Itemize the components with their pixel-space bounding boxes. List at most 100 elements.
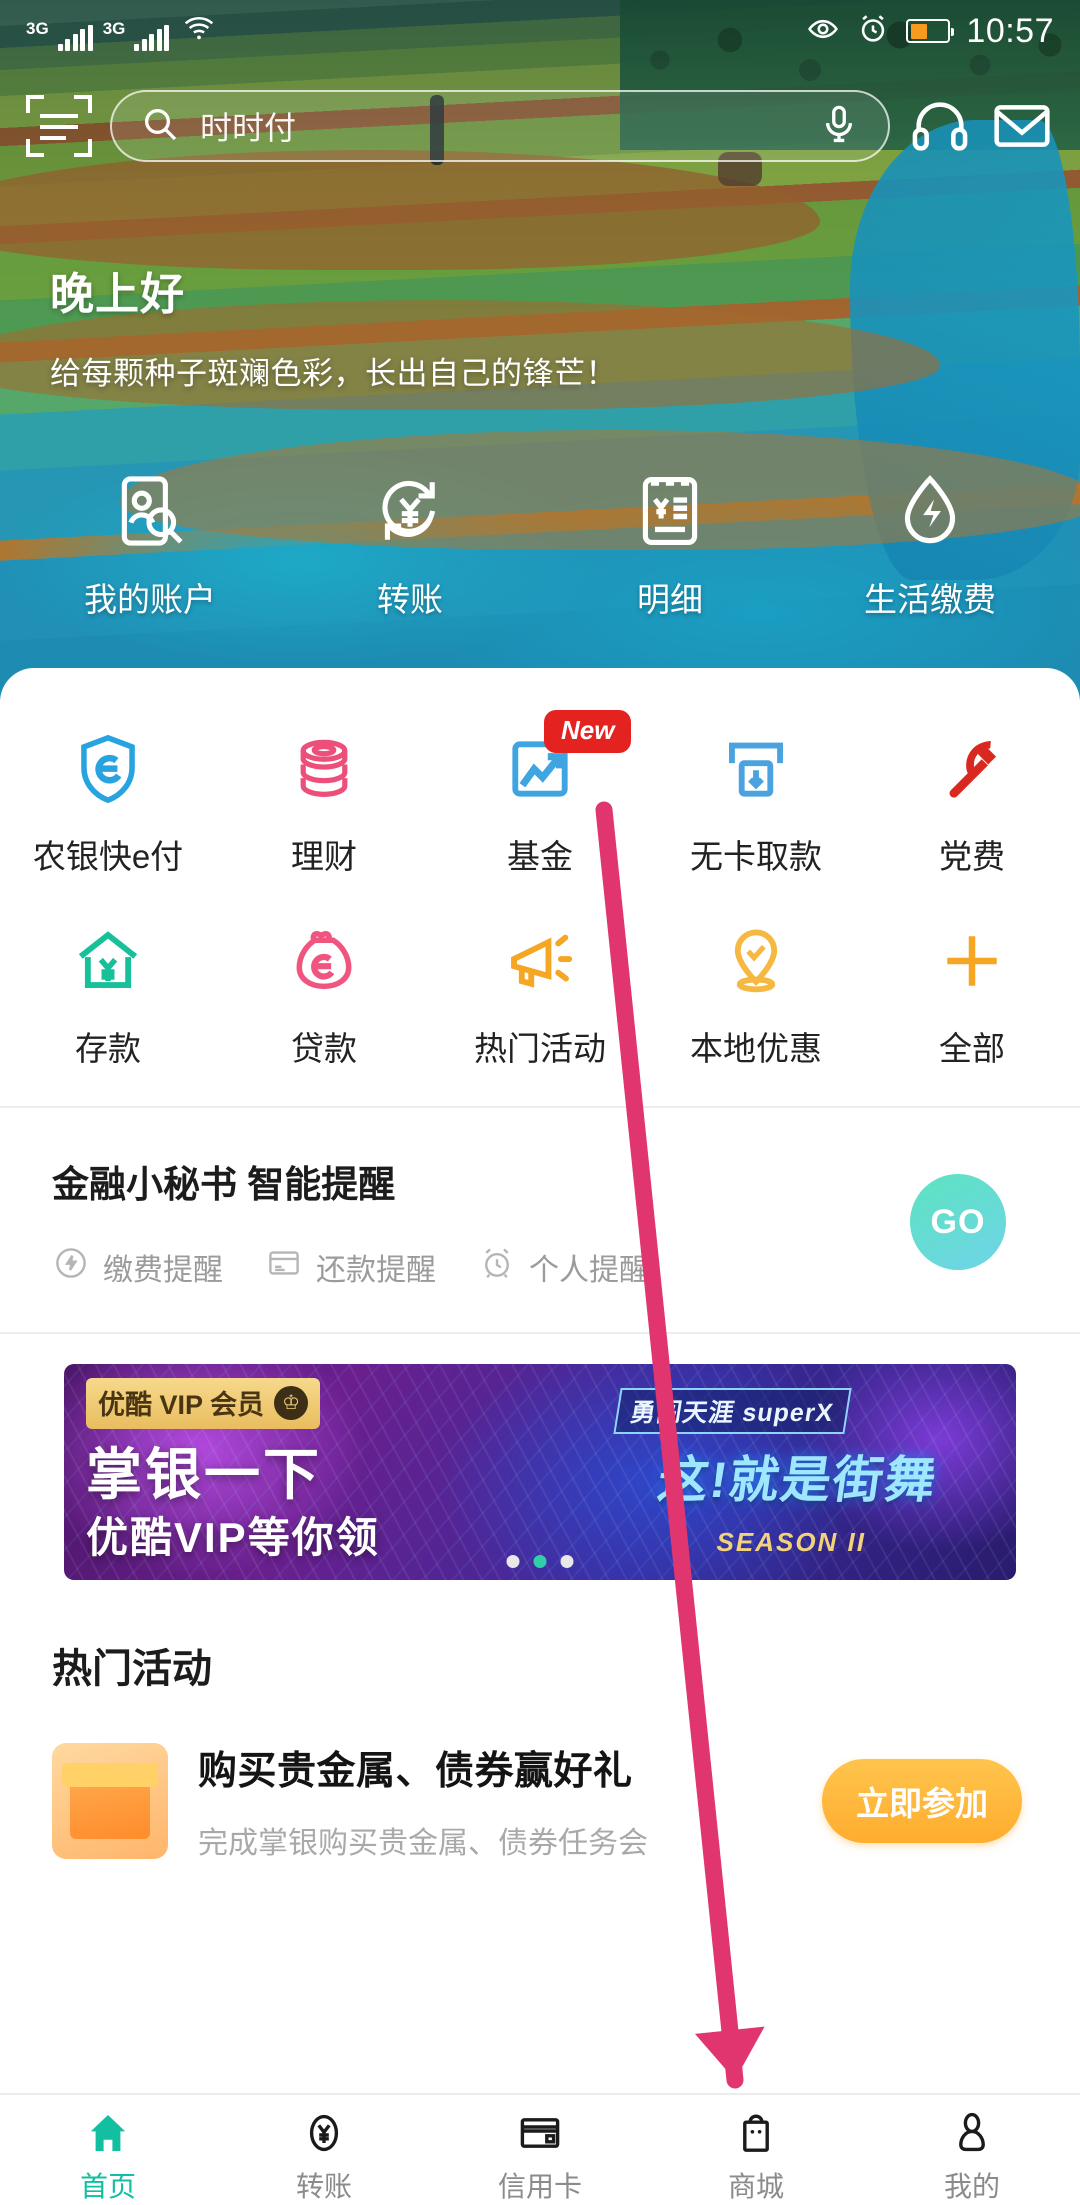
service-deposit[interactable]: 存款 (0, 904, 216, 1096)
search-input[interactable]: 时时付 (110, 90, 890, 162)
promo-right-tag: 勇闯天涯 superX (613, 1388, 852, 1434)
card-repay-icon (265, 1244, 303, 1290)
assistant-go-button[interactable]: GO (910, 1174, 1006, 1270)
hot-activity-item[interactable]: 购买贵金属、债券赢好礼 完成掌银购买贵金属、债券任务会 立即参加 (52, 1740, 1028, 1862)
carousel-dot[interactable] (506, 1555, 520, 1568)
coin-stack-icon (285, 728, 363, 810)
financial-assistant-section[interactable]: 金融小秘书 智能提醒 缴费提醒 还款提醒 个人提醒 GO (0, 1108, 1080, 1332)
mail-icon[interactable] (990, 94, 1054, 158)
wifi-icon (179, 12, 219, 49)
atm-withdraw-icon (717, 728, 795, 810)
assistant-tag-repayment-reminder[interactable]: 还款提醒 (265, 1244, 436, 1290)
statement-list-icon (629, 470, 711, 557)
promo-banner[interactable]: 优酷 VIP 会员 ♔ 掌银一下 优酷VIP等你领 勇闯天涯 superX 这!… (64, 1364, 1016, 1580)
alarm-icon (856, 12, 890, 51)
tab-label: 信用卡 (497, 2171, 582, 2202)
service-all[interactable]: 全部 (864, 904, 1080, 1096)
service-wealth-management[interactable]: 理财 (216, 712, 432, 904)
greeting-subtitle: 给每颗种子斑斓色彩，长出自己的锋芒！ (50, 356, 617, 391)
service-party-dues[interactable]: 党费 (864, 712, 1080, 904)
service-label: 全部 (939, 1030, 1005, 1067)
account-search-icon (109, 470, 191, 557)
promo-banner-wrap: 优酷 VIP 会员 ♔ 掌银一下 优酷VIP等你领 勇闯天涯 superX 这!… (0, 1334, 1080, 1580)
quick-action-label: 生活缴费 (864, 581, 996, 618)
signal-bars-icon (134, 24, 170, 51)
signal-bars-icon (57, 24, 93, 51)
person-icon (959, 2112, 985, 2152)
bolt-circle-icon (52, 1244, 90, 1290)
scan-code-icon[interactable] (26, 95, 92, 157)
app-root: 3G 3G 10:57 时时付 晚上好 给每颗种子斑斓色彩，长出自己的锋芒！ 我… (0, 0, 1080, 2205)
tab-credit-card[interactable]: 信用卡 (432, 2095, 648, 2205)
vip-badge-label: 优酷 VIP 会员 (98, 1390, 265, 1420)
assistant-tag-bill-reminder[interactable]: 缴费提醒 (52, 1244, 223, 1290)
promo-headline: 掌银一下 (86, 1443, 322, 1506)
hot-activities-section: 热门活动 购买贵金属、债券赢好礼 完成掌银购买贵金属、债券任务会 立即参加 (0, 1580, 1080, 1862)
location-check-icon (717, 920, 795, 1002)
network-type-1: 3G (26, 18, 49, 38)
tab-transfer[interactable]: 转账 (216, 2095, 432, 2205)
quick-actions-row: 我的账户 转账 明细 生活缴费 (0, 470, 1080, 621)
headset-icon[interactable] (908, 94, 972, 158)
service-local-offers[interactable]: 本地优惠 (648, 904, 864, 1096)
alarm-clock-icon (478, 1244, 516, 1290)
tab-profile[interactable]: 我的 (864, 2095, 1080, 2205)
service-grid: 农银快e付 理财 New 基金 无卡取款 党费 存款 贷款 热门活动 本地优惠 … (0, 668, 1080, 1106)
clock-time: 10:57 (966, 11, 1054, 50)
quick-action-my-account[interactable]: 我的账户 (40, 470, 260, 621)
service-label: 农银快e付 (32, 838, 184, 875)
tab-label: 首页 (79, 2171, 136, 2202)
quick-action-utility[interactable]: 生活缴费 (820, 470, 1040, 621)
tab-home[interactable]: 首页 (0, 2095, 216, 2205)
search-icon (140, 104, 180, 149)
quick-action-statement[interactable]: 明细 (560, 470, 780, 621)
promo-right-title: 这!就是街舞 (654, 1452, 942, 1508)
crown-icon: ♔ (274, 1385, 309, 1420)
plus-icon (933, 920, 1011, 1002)
assistant-tag-label: 还款提醒 (316, 1254, 436, 1287)
carousel-dot-active[interactable] (533, 1555, 547, 1568)
signal-indicator-1: 3G (26, 20, 93, 51)
status-bar: 3G 3G 10:57 (0, 0, 1080, 62)
utility-bill-drop-icon (889, 470, 971, 557)
assistant-tag-label: 缴费提醒 (103, 1254, 223, 1287)
hammer-sickle-icon (933, 728, 1011, 810)
shield-e-icon (69, 728, 147, 810)
house-yuan-icon (69, 920, 147, 1002)
service-label: 党费 (939, 838, 1005, 875)
promo-right-season: SEASON II (716, 1527, 866, 1557)
service-label: 存款 (75, 1030, 141, 1067)
microphone-icon[interactable] (818, 101, 860, 152)
greeting-title: 晚上好 (50, 270, 185, 319)
service-nongyin-kuai-e-pay[interactable]: 农银快e付 (0, 712, 216, 904)
content-sheet: 农银快e付 理财 New 基金 无卡取款 党费 存款 贷款 热门活动 本地优惠 … (0, 668, 1080, 2138)
bottom-tab-bar: 首页 转账 信用卡 商城 我的 (0, 2093, 1080, 2205)
quick-action-transfer[interactable]: 转账 (300, 470, 520, 621)
service-loan[interactable]: 贷款 (216, 904, 432, 1096)
transfer-yuan-icon (369, 470, 451, 557)
service-cardless-withdraw[interactable]: 无卡取款 (648, 712, 864, 904)
service-grid-row-2: 存款 贷款 热门活动 本地优惠 全部 (0, 904, 1080, 1096)
quick-action-label: 转账 (377, 581, 443, 618)
search-input-value: 时时付 (200, 110, 297, 146)
carousel-dot[interactable] (560, 1555, 574, 1568)
vip-badge: 优酷 VIP 会员 ♔ (86, 1378, 321, 1429)
promo-subline: 优酷VIP等你领 (86, 1514, 380, 1561)
service-fund[interactable]: New 基金 (432, 710, 648, 904)
assistant-tag-label: 个人提醒 (529, 1254, 649, 1287)
carousel-dots[interactable] (506, 1555, 574, 1568)
gift-box-icon (52, 1743, 168, 1859)
service-hot-activity[interactable]: 热门活动 (432, 904, 648, 1096)
tab-label: 我的 (943, 2171, 1000, 2202)
credit-card-icon (520, 2118, 560, 2148)
join-now-button[interactable]: 立即参加 (822, 1759, 1022, 1843)
service-grid-row-1: 农银快e付 理财 New 基金 无卡取款 党费 (0, 710, 1080, 904)
assistant-tag-personal-reminder[interactable]: 个人提醒 (478, 1244, 649, 1290)
service-label: 贷款 (291, 1030, 357, 1067)
service-label: 热门活动 (474, 1030, 606, 1067)
tab-mall[interactable]: 商城 (648, 2095, 864, 2205)
service-label: 无卡取款 (690, 838, 822, 875)
network-type-2: 3G (102, 18, 126, 38)
hot-activity-subtitle: 完成掌银购买贵金属、债券任务会 (198, 1827, 648, 1860)
home-icon (90, 2115, 126, 2151)
